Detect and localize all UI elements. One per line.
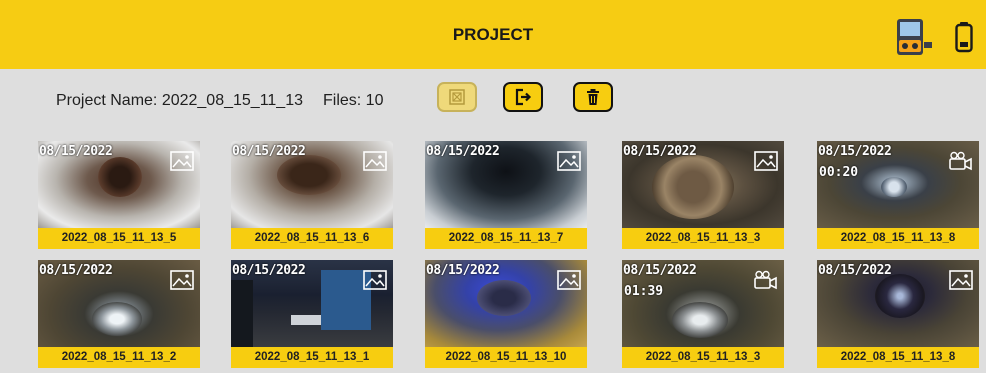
thumbnail: 08/15/2022 xyxy=(231,260,393,347)
image-icon xyxy=(754,151,778,171)
file-label: 2022_08_15_11_13_1 xyxy=(231,347,393,368)
timestamp-overlay: 08/15/2022 xyxy=(818,144,892,159)
thumbnail: 08/15/2022 xyxy=(425,141,587,228)
file-label: 2022_08_15_11_13_7 xyxy=(425,228,587,249)
image-icon xyxy=(557,270,581,290)
thumbnail: 08/15/2022 xyxy=(38,141,200,228)
select-all-button[interactable] xyxy=(437,82,477,112)
trash-icon xyxy=(587,89,599,105)
file-label: 2022_08_15_11_13_3 xyxy=(622,347,784,368)
timestamp-overlay: 08/15/2022 xyxy=(426,263,500,278)
image-icon xyxy=(170,270,194,290)
app-header: PROJECT xyxy=(0,0,986,69)
file-label: 2022_08_15_11_13_3 xyxy=(622,228,784,249)
thumbnail: 08/15/2022 01:39 xyxy=(622,260,784,347)
image-icon xyxy=(363,151,387,171)
image-icon xyxy=(557,151,581,171)
file-label: 2022_08_15_11_13_10 xyxy=(425,347,587,368)
thumbnail: 08/15/2022 xyxy=(231,141,393,228)
file-label: 2022_08_15_11_13_5 xyxy=(38,228,200,249)
export-button[interactable] xyxy=(503,82,543,112)
timestamp-overlay: 08/15/2022 xyxy=(39,263,113,278)
file-tile[interactable]: 08/15/2022 2022_08_15_11_13_7 xyxy=(425,141,587,249)
file-label: 2022_08_15_11_13_2 xyxy=(38,347,200,368)
file-tile[interactable]: 08/15/2022 2022_08_15_11_13_1 xyxy=(231,260,393,368)
page-title: PROJECT xyxy=(452,25,534,44)
duration-overlay: 00:20 xyxy=(819,165,859,180)
project-name: Project Name: 2022_08_15_11_13 xyxy=(56,92,303,109)
file-grid: 08/15/2022 2022_08_15_11_13_5 08/15/2022… xyxy=(38,141,979,373)
file-tile[interactable]: 08/15/2022 01:39 2022_08_15_11_13_3 xyxy=(622,260,784,368)
image-icon xyxy=(170,151,194,171)
image-icon xyxy=(363,270,387,290)
file-tile[interactable]: 08/15/2022 2022_08_15_11_13_3 xyxy=(622,141,784,249)
thumbnail: 08/15/2022 00:20 xyxy=(817,141,979,228)
thumbnail: 08/15/2022 xyxy=(425,260,587,347)
device-icon[interactable] xyxy=(894,17,936,57)
thumbnail: 08/15/2022 xyxy=(817,260,979,347)
file-tile[interactable]: 08/15/2022 2022_08_15_11_13_6 xyxy=(231,141,393,249)
duration-overlay: 01:39 xyxy=(624,284,664,299)
timestamp-overlay: 08/15/2022 xyxy=(232,263,306,278)
file-label: 2022_08_15_11_13_8 xyxy=(817,347,979,368)
timestamp-overlay: 08/15/2022 xyxy=(623,263,697,278)
export-icon xyxy=(515,88,532,106)
timestamp-overlay: 08/15/2022 xyxy=(623,144,697,159)
timestamp-overlay: 08/15/2022 xyxy=(426,144,500,159)
file-label: 2022_08_15_11_13_6 xyxy=(231,228,393,249)
file-tile[interactable]: 08/15/2022 2022_08_15_11_13_2 xyxy=(38,260,200,368)
thumbnail: 08/15/2022 xyxy=(622,141,784,228)
battery-icon xyxy=(955,22,973,53)
image-icon xyxy=(949,270,973,290)
select-all-icon xyxy=(449,89,465,105)
thumbnail: 08/15/2022 xyxy=(38,260,200,347)
timestamp-overlay: 08/15/2022 xyxy=(39,144,113,159)
project-content: Project Name: 2022_08_15_11_13 Files: 10 xyxy=(0,69,986,373)
video-camera-icon xyxy=(949,151,972,171)
file-label: 2022_08_15_11_13_8 xyxy=(817,228,979,249)
file-tile[interactable]: 08/15/2022 2022_08_15_11_13_8 xyxy=(817,260,979,368)
file-tile[interactable]: 08/15/2022 2022_08_15_11_13_5 xyxy=(38,141,200,249)
file-tile[interactable]: 08/15/2022 2022_08_15_11_13_10 xyxy=(425,260,587,368)
file-count: Files: 10 xyxy=(323,92,384,109)
project-info: Project Name: 2022_08_15_11_13 Files: 10 xyxy=(56,91,383,111)
video-camera-icon xyxy=(754,270,777,290)
timestamp-overlay: 08/15/2022 xyxy=(818,263,892,278)
timestamp-overlay: 08/15/2022 xyxy=(232,144,306,159)
delete-button[interactable] xyxy=(573,82,613,112)
file-tile[interactable]: 08/15/2022 00:20 2022_08_15_11_13_8 xyxy=(817,141,979,249)
